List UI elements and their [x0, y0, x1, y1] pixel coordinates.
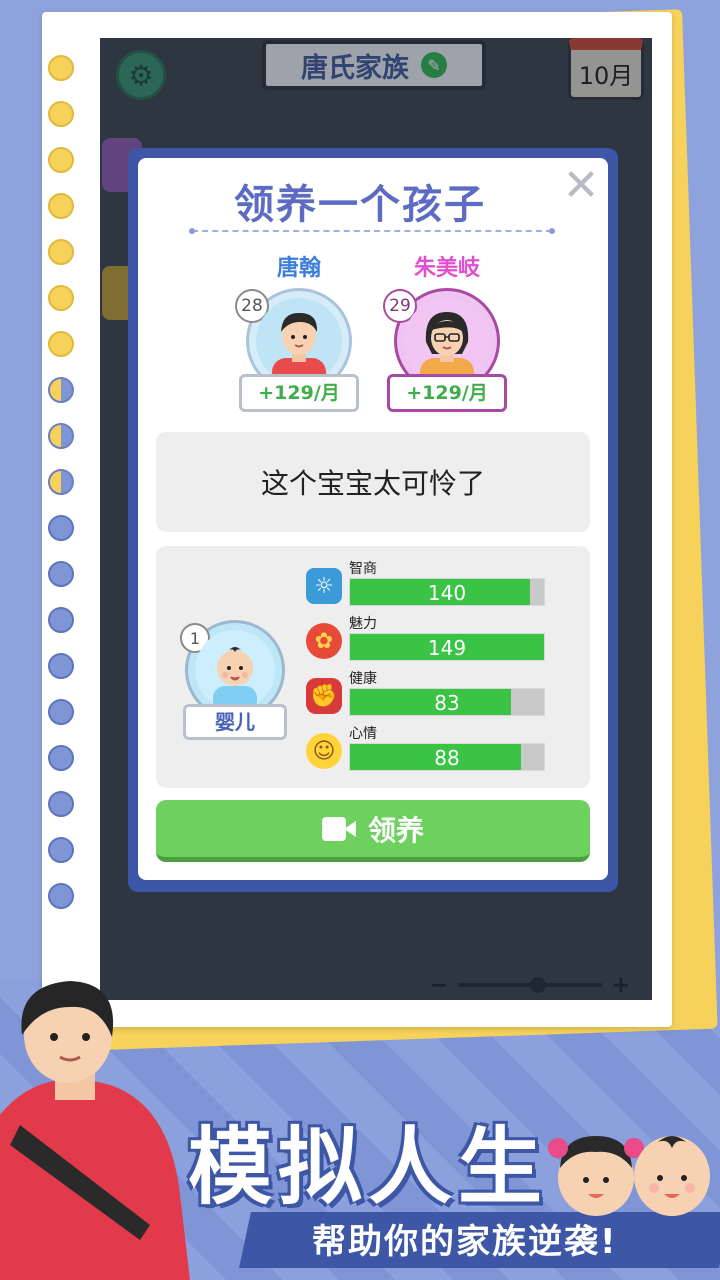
- stat-mood: ☺ 心情 88: [306, 723, 546, 775]
- stat-charm-value: 149: [427, 636, 467, 660]
- father-name: 唐翰: [276, 256, 321, 281]
- adopt-button[interactable]: 领养: [156, 800, 590, 862]
- title-divider: [189, 228, 555, 234]
- stat-charm-bar: 149: [349, 633, 545, 661]
- stat-health-value: 83: [434, 691, 460, 715]
- child-card: 1 婴儿: [180, 620, 290, 740]
- stat-mood-value: 88: [434, 746, 460, 770]
- child-stage-label: 婴儿: [183, 704, 287, 740]
- babies-illustration: [548, 1136, 710, 1216]
- stat-iq-label: 智商: [349, 561, 377, 577]
- woman-icon: [420, 312, 474, 384]
- baby-icon: [213, 647, 257, 710]
- message-text: 这个宝宝太可怜了: [260, 467, 485, 500]
- mother-card: 朱美岐 29 +129/月: [382, 250, 512, 412]
- dialog-title: 领养一个孩子: [234, 182, 486, 228]
- mother-name: 朱美岐: [413, 256, 480, 281]
- message-box: 这个宝宝太可怜了: [156, 432, 590, 532]
- stat-charm: ✿ 魅力 149: [306, 613, 546, 665]
- video-camera-icon: [321, 816, 356, 841]
- mascot-man-illustration: [0, 981, 190, 1280]
- father-income: +129/月: [239, 374, 359, 412]
- smiley-icon: ☺: [306, 733, 342, 769]
- stat-health: ✊ 健康 83: [306, 668, 546, 720]
- father-card: 唐翰 28 +129/月: [234, 250, 364, 412]
- stat-iq-bar: 140: [349, 578, 545, 606]
- muscle-icon: ✊: [306, 678, 342, 714]
- promo-headline: 模拟人生: [188, 1118, 549, 1216]
- stat-health-bar: 83: [349, 688, 545, 716]
- adopt-button-label: 领养: [367, 813, 424, 847]
- stat-health-label: 健康: [349, 671, 377, 687]
- stat-mood-bar: 88: [349, 743, 545, 771]
- stat-mood-label: 心情: [349, 726, 377, 742]
- close-icon[interactable]: ✕: [562, 164, 600, 208]
- stat-iq-value: 140: [427, 581, 467, 605]
- mother-income: +129/月: [387, 374, 507, 412]
- flower-icon: ✿: [306, 623, 342, 659]
- brain-icon: ☼: [306, 568, 342, 604]
- stat-iq: ☼ 智商 140: [306, 558, 546, 610]
- man-icon: [272, 312, 326, 384]
- stat-charm-label: 魅力: [349, 616, 377, 632]
